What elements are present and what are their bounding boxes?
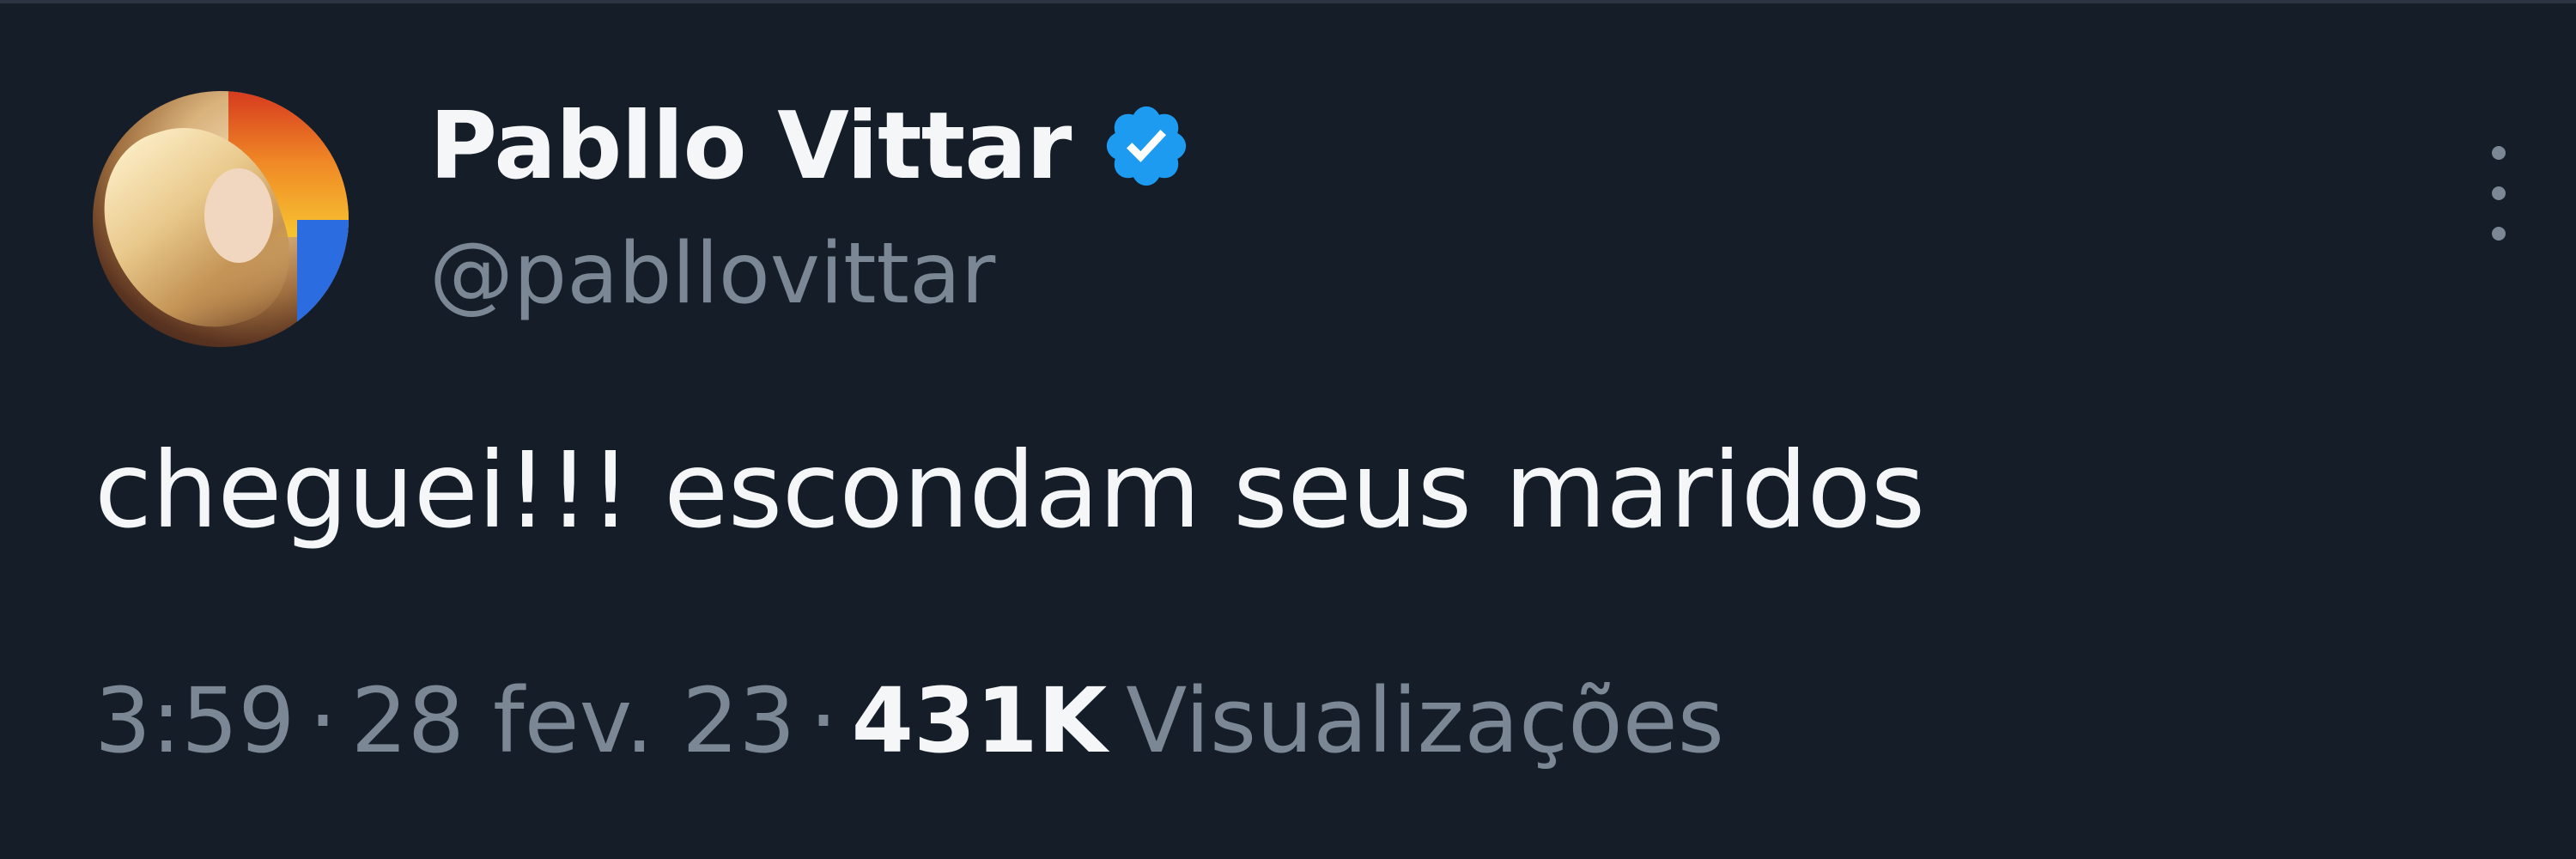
avatar-background-accent bbox=[297, 220, 349, 323]
more-options-button[interactable] bbox=[2473, 146, 2524, 241]
more-vertical-icon bbox=[2492, 146, 2506, 160]
avatar-face bbox=[204, 168, 273, 263]
views-count[interactable]: 431K bbox=[852, 668, 1108, 773]
tweet-metadata: 3:59 · 28 fev. 23 · 431K Visualizações bbox=[94, 668, 1724, 773]
avatar[interactable] bbox=[93, 91, 349, 347]
author-display-name[interactable]: Pabllo Vittar bbox=[429, 93, 1072, 200]
more-vertical-icon-dot bbox=[2492, 186, 2506, 200]
tweet-card: Pabllo Vittar @pabllovittar cheguei!!! e… bbox=[0, 0, 2576, 859]
more-vertical-icon-dot bbox=[2492, 227, 2506, 241]
verified-badge-icon bbox=[1107, 106, 1187, 186]
views-label[interactable]: Visualizações bbox=[1107, 668, 1724, 773]
author-name-row[interactable]: Pabllo Vittar bbox=[429, 86, 1193, 206]
tweet-date[interactable]: 28 fev. 23 bbox=[351, 668, 796, 773]
tweet-time[interactable]: 3:59 bbox=[94, 668, 295, 773]
separator: · bbox=[809, 668, 838, 773]
tweet-text: cheguei!!! escondam seus maridos bbox=[94, 430, 1925, 551]
separator: · bbox=[308, 668, 337, 773]
author-handle[interactable]: @pabllovittar bbox=[429, 225, 995, 323]
